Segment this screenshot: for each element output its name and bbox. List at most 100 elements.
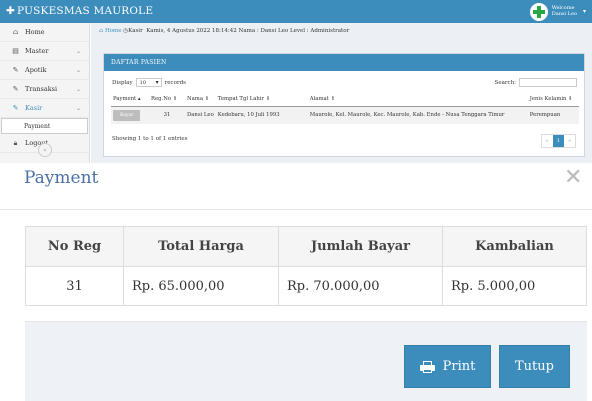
table-header-row: No Reg Total Harga Jumlah Bayar Kambalia… [25, 226, 587, 267]
edit-icon: ✎ [12, 66, 19, 74]
cell-jumlah-bayar: Rp. 70.000,00 [278, 266, 443, 306]
sidebar-item-master[interactable]: ▤ Master ⌄ [0, 42, 89, 61]
column-header-alamat[interactable]: Alamat ⇕ [307, 93, 528, 107]
close-button[interactable]: Tutup [499, 345, 570, 388]
sidebar-item-label: Transaksi [25, 85, 58, 93]
sidebar-item-home[interactable]: ⌂ Home [0, 23, 89, 42]
chevron-down-icon: ▾ [582, 7, 586, 15]
app-title-text: PUSKESMAS MAUROLE [17, 5, 154, 17]
table-row: Bayar 31 Dansi Leo Kedebaru, 10 Juli 199… [111, 106, 579, 124]
session-info: Kamis, 4 Agustus 2022 18:14:42 Nama : Da… [146, 28, 350, 34]
pagination: « 1 » [540, 134, 576, 148]
search-label: Search: [494, 79, 516, 86]
sidebar-item-label: Master [25, 47, 49, 55]
sidebar-item-transaksi[interactable]: ✎ Transaksi ⌄ [0, 80, 89, 99]
app-title[interactable]: ✚ PUSKESMAS MAUROLE [6, 5, 153, 17]
column-label: Payment [113, 96, 137, 103]
sort-icon: ▴ [137, 96, 141, 103]
breadcrumb-home[interactable]: ⌂ Home [99, 28, 122, 34]
page-length-select[interactable]: 10 [135, 78, 162, 87]
sidebar-item-kasir[interactable]: ✎ Kasir ⌄ [0, 99, 89, 118]
breadcrumb-page: Kasir [128, 28, 143, 34]
table-header-row: Payment ▴ Reg.No ⇕ Nama ⇕ Tempat Tgl Lah… [111, 93, 579, 107]
printer-icon [419, 360, 435, 373]
cell-jenis-kelamin: Perempuan [527, 106, 579, 124]
sidebar: ⌂ Home ▤ Master ⌄ ✎ Apotik ⌄ ✎ Transaksi… [0, 23, 90, 163]
cell-total-harga: Rp. 65.000,00 [123, 266, 279, 306]
payment-modal: Payment ✕ No Reg Total Harga Jumlah Baya… [0, 163, 592, 401]
cell-ttl: Kedebaru, 10 Juli 1993 [215, 106, 308, 124]
column-header-payment[interactable]: Payment ▴ [111, 93, 149, 107]
column-label: Alamat [309, 96, 329, 103]
page-length-control: Display 10 records [112, 78, 186, 87]
sort-icon: ⇕ [204, 96, 210, 103]
column-header-no-reg: No Reg [25, 226, 124, 267]
print-button[interactable]: Print [404, 345, 491, 388]
column-header-nama[interactable]: Nama ⇕ [185, 93, 216, 107]
table-row: 31 Rp. 65.000,00 Rp. 70.000,00 Rp. 5.000… [25, 266, 587, 306]
pagination-prev[interactable]: « [542, 135, 553, 147]
breadcrumb-home-label: Home [104, 28, 122, 34]
column-header-regno[interactable]: Reg.No ⇕ [149, 93, 185, 107]
chevron-down-icon: ⌄ [75, 104, 81, 112]
payment-table: No Reg Total Harga Jumlah Bayar Kambalia… [25, 226, 587, 306]
modal-title: Payment [24, 168, 99, 188]
patient-list-box: DAFTAR PASIEN Display 10 records Search:… [103, 53, 585, 157]
records-label: records [164, 79, 186, 86]
sidebar-item-label: Kasir [25, 104, 43, 112]
sidebar-item-apotik[interactable]: ✎ Apotik ⌄ [0, 61, 89, 80]
column-header-jenis-kelamin[interactable]: Jenis Kelamin ⇕ [527, 93, 579, 107]
pay-button[interactable]: Bayar [113, 109, 141, 121]
collapse-sidebar-button[interactable]: « [38, 143, 52, 157]
column-header-ttl[interactable]: Tempat Tgl Lahir ⇕ [215, 93, 308, 107]
search-control: Search: [495, 78, 577, 87]
cell-kembalian: Rp. 5.000,00 [442, 266, 587, 306]
edit-icon: ✎ [12, 85, 19, 93]
close-button-label: Tutup [515, 359, 554, 374]
breadcrumb: ⌂ Home ◷Kasir Kamis, 4 Agustus 2022 18:1… [99, 28, 349, 34]
table-info: Showing 1 to 1 of 1 entries [112, 136, 188, 142]
cell-payment: Bayar [111, 106, 149, 124]
chevron-down-icon: ⌄ [75, 85, 81, 93]
top-navbar: ✚ PUSKESMAS MAUROLE Welcome Dansi Leo ▾ [0, 0, 592, 23]
modal-footer: Print Tutup [25, 321, 587, 401]
lock-icon: 🔒︎ [13, 138, 18, 147]
modal-divider [0, 209, 592, 210]
sort-icon: ⇕ [568, 96, 573, 103]
chevron-down-icon: ⌄ [75, 47, 81, 55]
cell-nama: Dansi Leo [185, 106, 216, 124]
print-button-label: Print [442, 359, 476, 374]
cell-no-reg: 31 [25, 266, 124, 306]
column-label: Tempat Tgl Lahir [217, 96, 265, 103]
chevron-down-icon: ⌄ [75, 66, 81, 74]
column-label: Jenis Kelamin [529, 96, 567, 103]
pagination-next[interactable]: » [564, 135, 575, 147]
sidebar-subitem-payment[interactable]: Payment [1, 118, 88, 134]
display-label: Display [112, 79, 133, 86]
edit-icon: ✎ [12, 104, 19, 112]
home-icon: ⌂ [12, 28, 19, 36]
column-label: Reg.No [151, 96, 172, 103]
column-header-kembalian: Kambalian [442, 226, 587, 267]
sidebar-subitem-label: Payment [24, 122, 51, 130]
sort-icon: ⇕ [265, 96, 271, 103]
close-icon[interactable]: ✕ [564, 165, 582, 190]
column-label: Nama [187, 96, 203, 103]
user-menu[interactable]: Welcome Dansi Leo ▾ [529, 2, 586, 21]
cell-alamat: Maurole, Kel. Maurole, Kec. Maurole, Kab… [307, 106, 528, 124]
table-icon: ▤ [12, 47, 19, 55]
search-input[interactable] [519, 78, 577, 87]
sidebar-item-label: Home [25, 28, 45, 36]
sort-icon: ⇕ [330, 96, 335, 103]
main-content: ⌂ Home ◷Kasir Kamis, 4 Agustus 2022 18:1… [91, 23, 592, 163]
cell-regno: 31 [149, 106, 185, 124]
user-name: Dansi Leo [551, 10, 577, 17]
column-header-jumlah-bayar: Jumlah Bayar [278, 226, 443, 267]
pagination-page[interactable]: 1 [552, 135, 564, 147]
avatar [529, 2, 548, 21]
column-header-total-harga: Total Harga [123, 226, 279, 267]
plus-icon: ✚ [6, 5, 15, 17]
sort-icon: ⇕ [172, 96, 178, 103]
patient-table: Payment ▴ Reg.No ⇕ Nama ⇕ Tempat Tgl Lah… [111, 93, 579, 124]
home-icon: ⌂ [99, 28, 104, 34]
